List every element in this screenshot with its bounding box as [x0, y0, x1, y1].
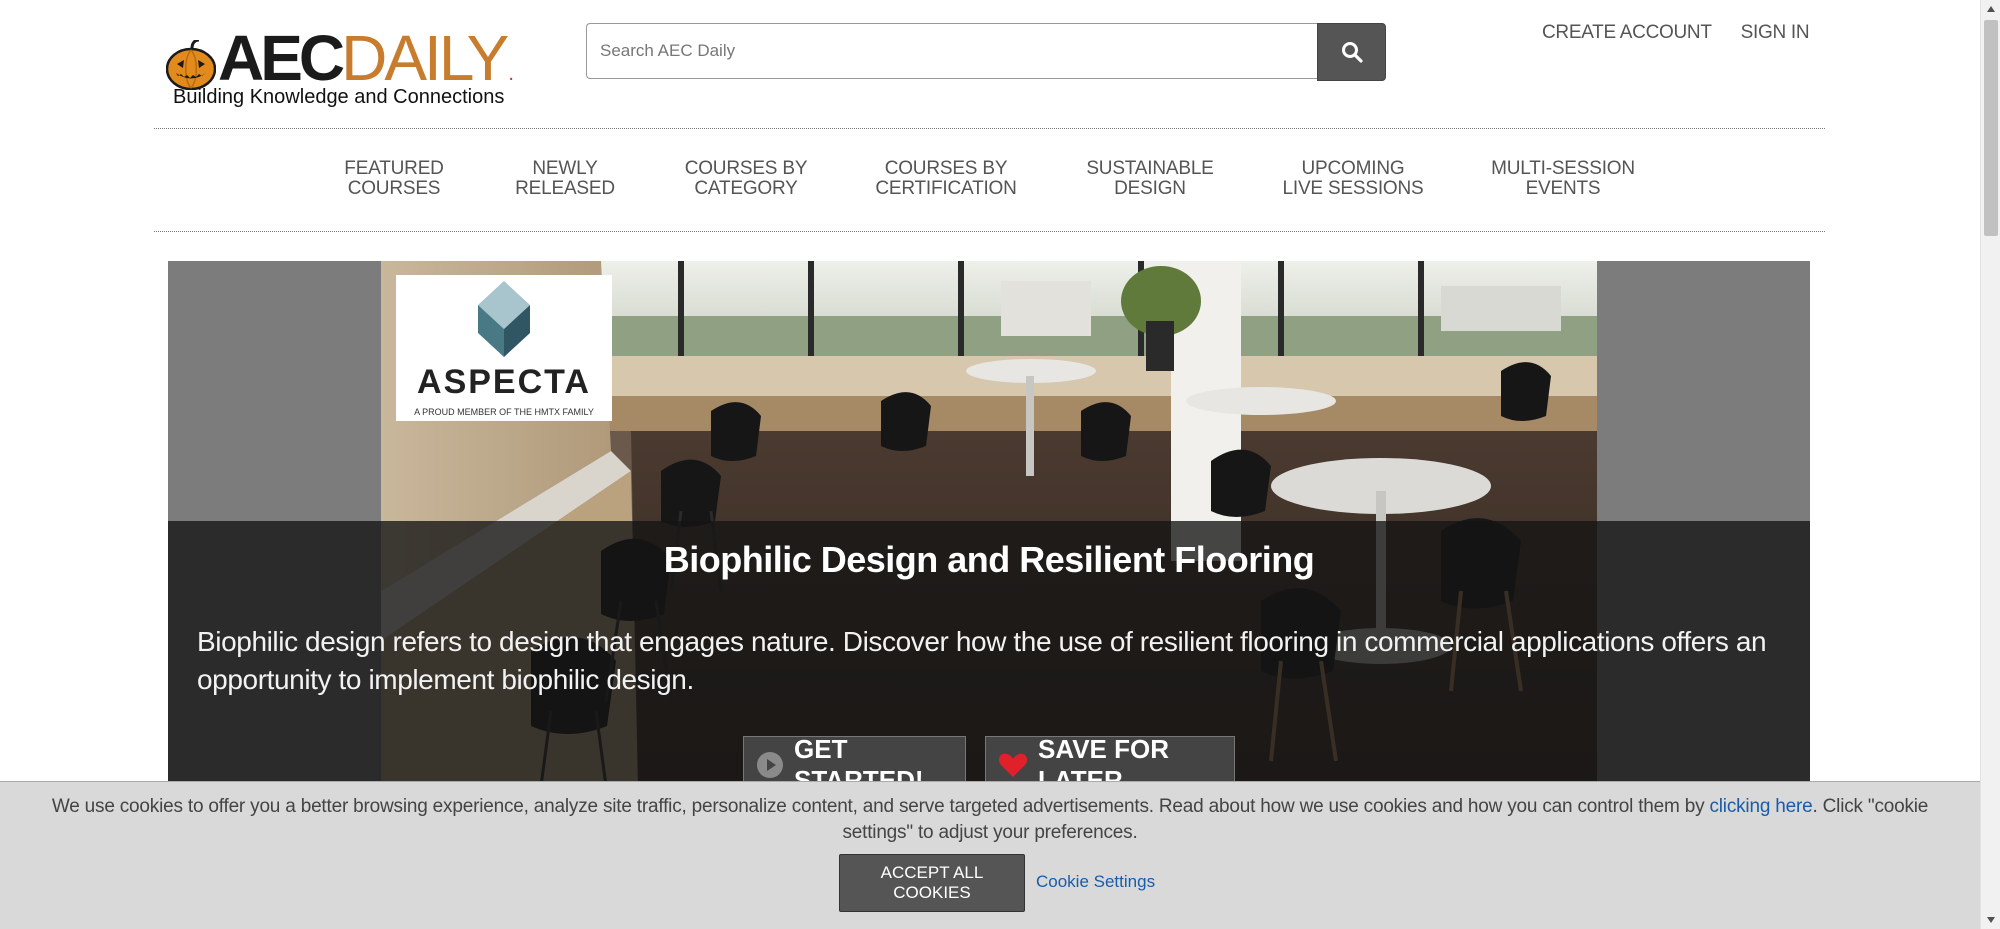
play-icon	[756, 751, 784, 779]
search-bar	[586, 23, 1386, 81]
nav-courses-by-category[interactable]: COURSES BY CATEGORY	[685, 159, 808, 199]
logo-mark: AEC DAILY.	[166, 20, 514, 90]
sponsor-logo[interactable]: ASPECTA A PROUD MEMBER OF THE HMTX FAMIL…	[396, 275, 612, 421]
logo-aec-text: AEC	[218, 22, 345, 94]
nav-label-line2: LIVE SESSIONS	[1282, 178, 1424, 199]
scroll-down-arrow-icon[interactable]	[1981, 911, 2000, 929]
nav-label-line1: SUSTAINABLE	[1086, 158, 1214, 179]
pumpkin-icon	[166, 40, 216, 90]
sign-in-link[interactable]: SIGN IN	[1741, 22, 1810, 44]
cookie-text-before: We use cookies to offer you a better bro…	[51, 796, 1705, 817]
search-input[interactable]	[586, 23, 1317, 79]
cookie-settings-link[interactable]: Cookie Settings	[1036, 872, 1155, 892]
nav-label-line1: COURSES BY	[884, 158, 1008, 179]
page-scrollbar[interactable]	[1980, 0, 2000, 929]
nav-label-line2: EVENTS	[1525, 178, 1601, 199]
accept-all-cookies-button[interactable]: ACCEPT ALL COOKIES	[839, 854, 1025, 912]
tagline: Building Knowledge and Connections	[173, 86, 505, 108]
nav-multi-session-events[interactable]: MULTI-SESSION EVENTS	[1491, 159, 1635, 199]
nav-label-line1: NEWLY	[532, 158, 598, 179]
scroll-up-arrow-icon[interactable]	[1981, 0, 2000, 18]
nav-upcoming-live-sessions[interactable]: UPCOMING LIVE SESSIONS	[1282, 159, 1423, 199]
cookie-message: We use cookies to offer you a better bro…	[30, 794, 1950, 846]
scroll-thumb[interactable]	[1984, 20, 1998, 236]
course-description: Biophilic design refers to design that e…	[197, 626, 1767, 695]
site-logo[interactable]: AEC DAILY. Building Knowledge and Connect…	[166, 20, 526, 110]
logo-dot: .	[508, 63, 514, 85]
nav-label-line2: CATEGORY	[694, 178, 798, 199]
account-links: CREATE ACCOUNT SIGN IN	[1542, 22, 1810, 44]
search-icon	[1341, 42, 1363, 63]
course-title[interactable]: Biophilic Design and Resilient Flooring	[168, 539, 1810, 581]
search-button[interactable]	[1317, 23, 1386, 81]
nav-label-line2: RELEASED	[515, 178, 615, 199]
nav-top-divider	[154, 128, 1825, 129]
page: AEC DAILY. Building Knowledge and Connect…	[0, 0, 1980, 929]
sponsor-tagline: A PROUD MEMBER OF THE HMTX FAMILY	[414, 407, 594, 417]
nav-label-line1: UPCOMING	[1301, 158, 1405, 179]
nav-label-line2: CERTIFICATION	[875, 178, 1017, 199]
nav-label-line1: MULTI-SESSION	[1491, 158, 1635, 179]
cookie-banner: We use cookies to offer you a better bro…	[0, 781, 1980, 929]
nav-label-line2: DESIGN	[1114, 178, 1186, 199]
aspecta-cube-logo	[478, 281, 530, 357]
cookie-policy-link[interactable]: clicking here	[1709, 796, 1812, 817]
logo-daily-text: DAILY	[341, 22, 509, 94]
main-nav: FEATURED COURSES NEWLY RELEASED COURSES …	[0, 159, 1980, 201]
nav-label-line1: FEATURED	[344, 158, 444, 179]
nav-newly-released[interactable]: NEWLY RELEASED	[515, 159, 615, 199]
heart-icon	[998, 752, 1028, 778]
create-account-link[interactable]: CREATE ACCOUNT	[1542, 22, 1712, 44]
nav-featured-courses[interactable]: FEATURED COURSES	[344, 158, 444, 199]
nav-label-line2: COURSES	[347, 178, 441, 199]
nav-sustainable-design[interactable]: SUSTAINABLE DESIGN	[1086, 158, 1214, 199]
nav-courses-by-certification[interactable]: COURSES BY CERTIFICATION	[875, 158, 1017, 199]
nav-label-line1: COURSES BY	[684, 158, 808, 179]
sponsor-name: ASPECTA	[417, 363, 591, 401]
nav-bottom-divider	[154, 231, 1825, 232]
